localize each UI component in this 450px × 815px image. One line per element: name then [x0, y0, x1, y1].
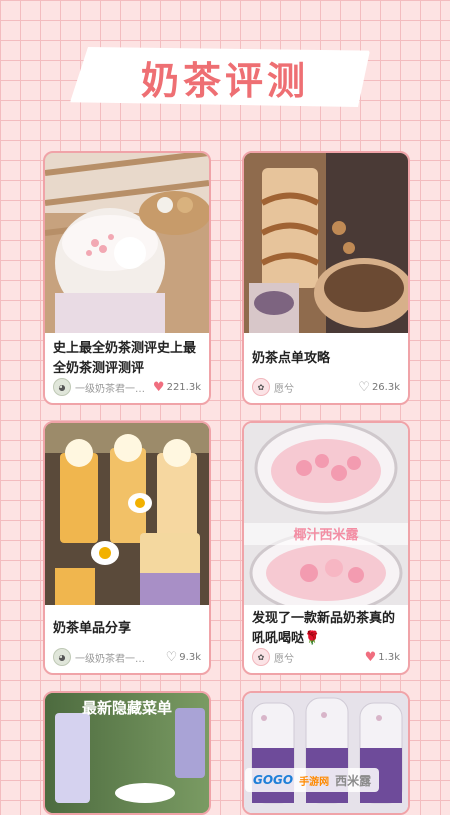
post-meta-3: ◕ 一级奶茶君一… ♡ 9.3k: [53, 647, 201, 667]
post-image-4: 椰汁西米露: [244, 423, 408, 605]
post-title-4[interactable]: 发现了一款新品奶茶真的吼吼喝哒🌹: [252, 609, 400, 649]
watermark-text: 西米露: [335, 773, 372, 788]
like-count[interactable]: ♥ 1.3k: [365, 651, 400, 664]
avatar-icon[interactable]: ◕: [53, 648, 71, 666]
post-author[interactable]: 愿兮: [274, 650, 361, 665]
post-card-1[interactable]: 史上最全奶茶测评史上最全奶茶测评测评 ◕ 一级奶茶君一… ♥ 221.3k: [43, 151, 211, 405]
post-image-3: [45, 423, 209, 605]
avatar-icon[interactable]: ✿: [252, 378, 270, 396]
post-card-4[interactable]: 椰汁西米露 发现了一款新品奶茶真的吼吼喝哒🌹 ✿ 愿兮 ♥ 1.3k: [242, 421, 410, 675]
post-meta-1: ◕ 一级奶茶君一… ♥ 221.3k: [53, 377, 201, 397]
page-title: 奶茶评测: [140, 59, 309, 103]
watermark: GOGO 手游网 西米露: [245, 768, 380, 792]
post-card-2[interactable]: 奶茶点单攻略 ✿ 愿兮 ♡ 26.3k: [242, 151, 410, 405]
post-card-5[interactable]: 最新隐藏菜单: [43, 691, 211, 815]
post-image-1: [45, 153, 209, 333]
image-caption: 椰汁西米露: [293, 527, 359, 543]
heart-icon[interactable]: ♥: [365, 651, 377, 664]
post-meta-4: ✿ 愿兮 ♥ 1.3k: [252, 647, 400, 667]
gogo-logo: GOGO: [253, 773, 294, 787]
like-count[interactable]: ♡ 26.3k: [358, 381, 400, 394]
post-author[interactable]: 愿兮: [274, 380, 354, 395]
post-card-3[interactable]: 奶茶单品分享 ◕ 一级奶茶君一… ♡ 9.3k: [43, 421, 211, 675]
like-count[interactable]: ♡ 9.3k: [166, 651, 201, 664]
heart-icon[interactable]: ♡: [358, 381, 370, 394]
post-image-6: [244, 693, 408, 813]
avatar-icon[interactable]: ◕: [53, 378, 71, 396]
post-title-2[interactable]: 奶茶点单攻略: [252, 349, 400, 369]
post-author[interactable]: 一级奶茶君一…: [75, 650, 162, 665]
image-caption: 最新隐藏菜单: [82, 699, 172, 717]
post-title-1[interactable]: 史上最全奶茶测评史上最全奶茶测评测评: [53, 339, 201, 379]
post-image-5: 最新隐藏菜单: [45, 693, 209, 813]
heart-icon[interactable]: ♥: [153, 381, 165, 394]
post-author[interactable]: 一级奶茶君一…: [75, 380, 149, 395]
post-card-6[interactable]: [242, 691, 410, 815]
post-title-3[interactable]: 奶茶单品分享: [53, 619, 201, 639]
site-name: 手游网: [299, 776, 330, 788]
avatar-icon[interactable]: ✿: [252, 648, 270, 666]
heart-icon[interactable]: ♡: [166, 651, 178, 664]
post-image-2: [244, 153, 408, 333]
post-meta-2: ✿ 愿兮 ♡ 26.3k: [252, 377, 400, 397]
like-count[interactable]: ♥ 221.3k: [153, 381, 201, 394]
